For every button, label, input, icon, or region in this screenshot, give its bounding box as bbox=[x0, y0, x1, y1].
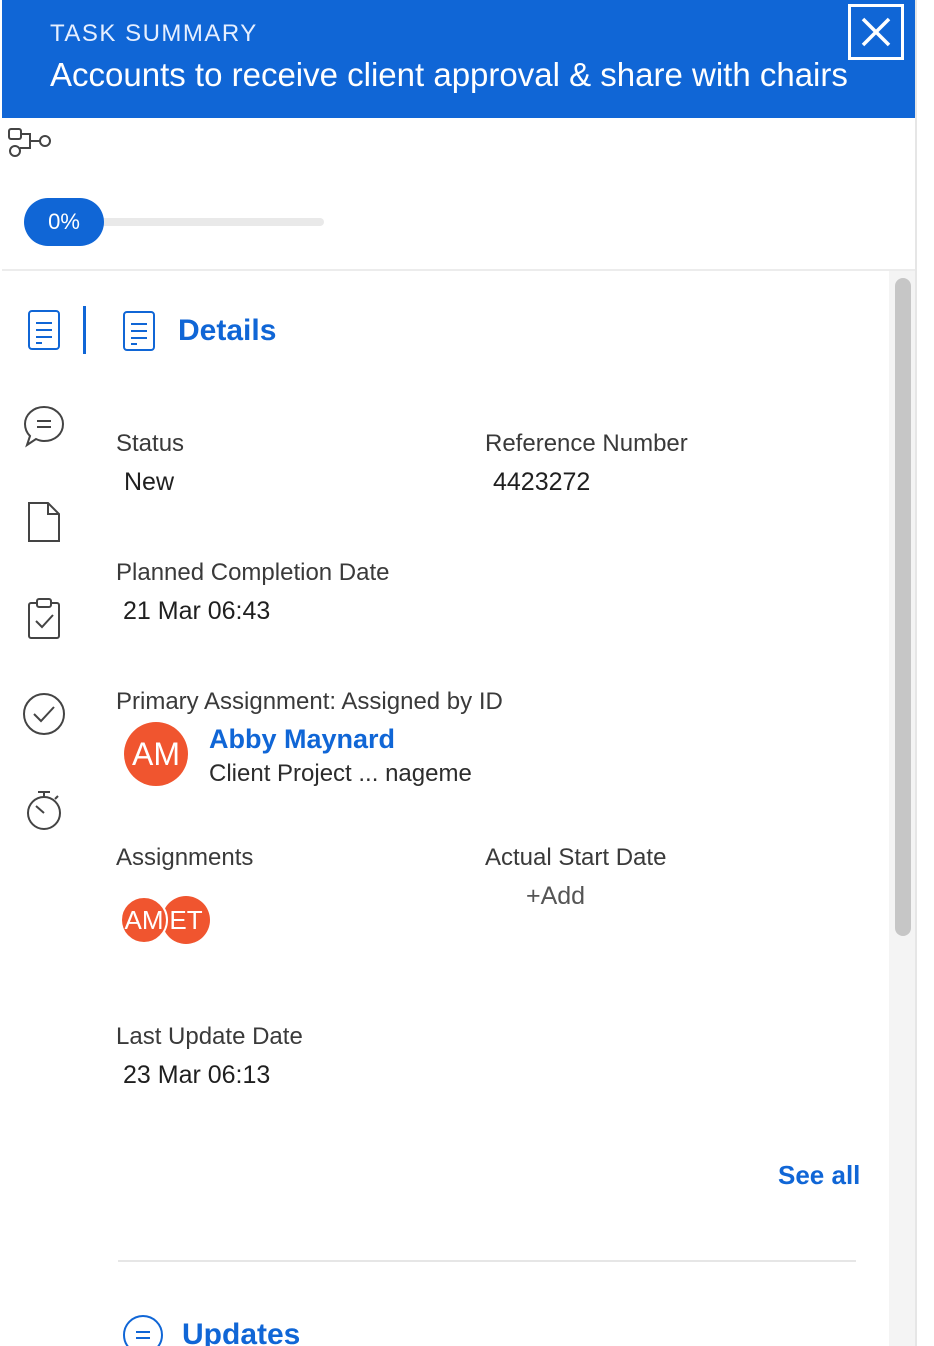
stopwatch-icon bbox=[27, 791, 61, 830]
sidebar-item-details[interactable] bbox=[22, 308, 66, 352]
sidebar-item-time[interactable] bbox=[22, 788, 66, 832]
see-all-link[interactable]: See all bbox=[778, 1160, 860, 1191]
last-update-value: 23 Mar 06:13 bbox=[123, 1061, 271, 1089]
last-update-label: Last Update Date bbox=[116, 1023, 303, 1050]
header-eyebrow: TASK SUMMARY bbox=[50, 20, 258, 47]
avatar-et[interactable]: ET bbox=[162, 896, 210, 944]
comment-icon bbox=[123, 1315, 163, 1346]
avatar[interactable]: AM bbox=[124, 722, 188, 786]
planned-completion-label: Planned Completion Date bbox=[116, 559, 390, 586]
primary-assignee-name[interactable]: Abby Maynard bbox=[209, 724, 395, 755]
close-button[interactable] bbox=[848, 4, 904, 60]
primary-assignee-role: Client Project ... nageme bbox=[209, 760, 472, 787]
document-lines-icon bbox=[123, 311, 155, 351]
task-summary-panel: TASK SUMMARY Accounts to receive client … bbox=[2, 0, 917, 1346]
status-label: Status bbox=[116, 430, 185, 457]
sidebar-item-approvals[interactable] bbox=[22, 596, 66, 640]
sidebar-item-documents[interactable] bbox=[22, 500, 66, 544]
workflow-icon[interactable] bbox=[6, 126, 52, 158]
details-heading: Details bbox=[178, 314, 277, 347]
progress-value: 0% bbox=[24, 198, 104, 246]
scrollbar-thumb[interactable] bbox=[895, 278, 911, 936]
reference-number-value: 4423272 bbox=[493, 468, 591, 496]
file-icon bbox=[28, 502, 60, 542]
sidebar-item-updates[interactable] bbox=[22, 404, 66, 448]
section-divider bbox=[118, 1260, 856, 1262]
updates-heading: Updates bbox=[182, 1318, 301, 1346]
close-icon bbox=[861, 17, 891, 47]
check-circle-icon bbox=[23, 693, 65, 735]
header-divider bbox=[2, 269, 915, 271]
updates-section-heading[interactable]: Updates bbox=[122, 1314, 300, 1346]
task-title: Accounts to receive client approval & sh… bbox=[50, 56, 848, 93]
progress-track bbox=[84, 218, 324, 226]
panel-header: TASK SUMMARY Accounts to receive client … bbox=[2, 0, 915, 118]
planned-completion-value[interactable]: 21 Mar 06:43 bbox=[123, 597, 270, 626]
primary-assignment-label: Primary Assignment: Assigned by ID bbox=[116, 688, 503, 715]
details-section-heading: Details bbox=[122, 310, 276, 352]
status-value[interactable]: New bbox=[124, 468, 174, 497]
sidebar-active-separator bbox=[83, 306, 86, 354]
document-lines-icon bbox=[28, 310, 60, 350]
reference-number-label: Reference Number bbox=[485, 430, 688, 457]
add-actual-start-button[interactable]: +Add bbox=[526, 882, 585, 911]
actual-start-label: Actual Start Date bbox=[485, 844, 667, 871]
comment-icon bbox=[23, 405, 65, 448]
clipboard-check-icon bbox=[28, 598, 60, 639]
avatar-am[interactable]: AM bbox=[120, 896, 168, 944]
assignments-label: Assignments bbox=[116, 844, 254, 871]
sidebar-item-completion[interactable] bbox=[22, 692, 66, 736]
